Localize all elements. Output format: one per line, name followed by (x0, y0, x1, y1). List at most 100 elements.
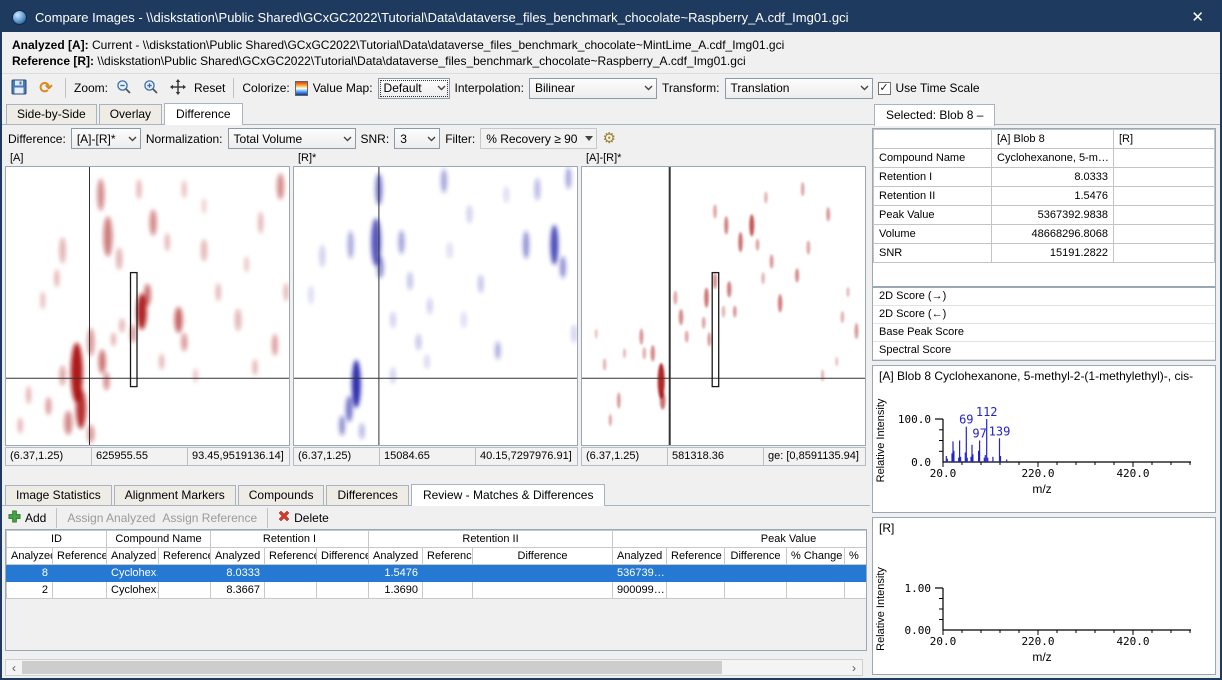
chromatogram-image-0[interactable] (5, 166, 290, 446)
main-content: Difference: [A]-[R]* Normalization: Tota… (2, 125, 1220, 680)
file-info-header: Analyzed [A]: Current - \\diskstation\Pu… (2, 32, 1220, 74)
difference-select[interactable]: [A]-[R]* (71, 128, 141, 149)
column-header[interactable]: Reference (265, 548, 317, 565)
spacer (2, 466, 870, 483)
bottom-tab-2[interactable]: Compounds (238, 485, 325, 505)
bottom-tab-0[interactable]: Image Statistics (5, 485, 112, 505)
title-bar: Compare Images - \\diskstation\Public Sh… (2, 2, 1220, 32)
status-segment: 15084.65 (380, 448, 476, 465)
image-panel-title: [R]* (293, 152, 578, 166)
blob-info-row[interactable]: SNR15191.2822 (874, 244, 1215, 263)
table-row[interactable]: 2Cyclohex…8.36671.3690900099… (7, 582, 868, 599)
chromatogram-image-2[interactable] (581, 166, 866, 446)
column-group-header[interactable]: Retention I (211, 531, 369, 548)
column-header[interactable]: Analyzed (613, 548, 667, 565)
zoom-label: Zoom: (74, 81, 108, 95)
column-group-header[interactable]: Compound Name (107, 531, 211, 548)
difference-controls: Difference: [A]-[R]* Normalization: Tota… (2, 125, 870, 152)
column-header[interactable]: Difference (317, 548, 369, 565)
value-map-select[interactable]: Default (378, 78, 450, 99)
table-row[interactable]: 8Cyclohex…8.03331.5476536739… (7, 565, 868, 582)
column-header[interactable]: % (845, 548, 867, 565)
reference-label: Reference [R]: (12, 54, 94, 68)
bottom-tab-4[interactable]: Review - Matches & Differences (411, 484, 606, 506)
column-group-header[interactable]: ID (7, 531, 107, 548)
column-header[interactable]: Analyzed (107, 548, 159, 565)
status-segment: 581318.36 (668, 448, 764, 465)
blob-col-a-header[interactable]: [A] Blob 8 (992, 130, 1114, 149)
delete-button[interactable]: Delete (278, 510, 329, 525)
filter-select[interactable]: % Recovery ≥ 90 (480, 128, 597, 149)
score-row: 2D Score (←) (873, 306, 1215, 324)
gear-icon[interactable]: ⚙ (602, 132, 615, 146)
view-tab-2[interactable]: Difference (164, 103, 242, 125)
svg-text:97: 97 (972, 427, 986, 441)
add-icon (8, 510, 21, 526)
blob-info-row[interactable]: Retention II1.5476 (874, 187, 1215, 206)
scroll-left-icon[interactable]: ‹ (6, 660, 22, 675)
review-table: IDCompound NameRetention IRetention IIPe… (5, 529, 867, 651)
compare-images-window: Compare Images - \\diskstation\Public Sh… (0, 0, 1222, 680)
svg-text:220.0: 220.0 (1021, 467, 1054, 480)
zoom-out-button[interactable] (113, 77, 135, 99)
view-tab-0[interactable]: Side-by-Side (6, 104, 97, 124)
assign-reference-button[interactable]: Assign Reference (162, 511, 257, 525)
blob-col-r-header[interactable]: [R] (1114, 130, 1215, 149)
pan-reset-button[interactable] (167, 77, 189, 99)
column-group-header[interactable]: Retention II (369, 531, 613, 548)
normalization-select[interactable]: Total Volume (228, 128, 356, 149)
filter-label: Filter: (445, 132, 475, 146)
close-icon[interactable]: ✕ (1185, 8, 1210, 26)
interpolation-label: Interpolation: (455, 81, 524, 95)
column-header[interactable]: Analyzed (7, 548, 53, 565)
refresh-button[interactable]: ⟳ (35, 77, 57, 99)
scroll-right-icon[interactable]: › (846, 660, 862, 675)
image-panel-2: [A]-[R]*(6.37,1.25)581318.36ge: [0,85911… (581, 152, 866, 466)
view-tab-1[interactable]: Overlay (99, 104, 162, 124)
column-header[interactable]: % Change (787, 548, 845, 565)
score-row: 2D Score (→) (873, 288, 1215, 306)
blob-info-row[interactable]: Volume48668296.8068 (874, 225, 1215, 244)
use-time-scale-checkbox[interactable]: ✓ (878, 82, 891, 95)
blob-info-row[interactable]: Compound NameCyclohexanone, 5-m… (874, 149, 1215, 168)
column-header[interactable]: Analyzed (211, 548, 265, 565)
score-row: Base Peak Score (873, 324, 1215, 342)
column-header[interactable]: Reference (423, 548, 473, 565)
chevron-down-icon (857, 79, 872, 98)
chevron-down-icon (434, 79, 449, 98)
horizontal-scrollbar[interactable]: ‹ › (5, 659, 863, 676)
zoom-in-button[interactable] (140, 77, 162, 99)
selected-blob-pane: [A] Blob 8[R]Compound NameCyclohexanone,… (870, 125, 1220, 680)
chevron-down-icon (641, 79, 656, 98)
scrollbar-thumb[interactable] (22, 661, 722, 674)
status-segment: (6.37,1.25) (582, 448, 668, 465)
interpolation-select[interactable]: Bilinear (529, 78, 657, 99)
blob-col-label (874, 130, 992, 149)
blob-info-row[interactable]: Retention I8.0333 (874, 168, 1215, 187)
bottom-tab-1[interactable]: Alignment Markers (114, 485, 236, 505)
snr-select[interactable]: 3 (394, 128, 440, 149)
transform-select[interactable]: Translation (725, 78, 873, 99)
zoom-out-icon (116, 79, 132, 98)
svg-text:112: 112 (976, 405, 998, 419)
reset-label[interactable]: Reset (194, 81, 225, 95)
colorize-colormap-icon[interactable] (295, 81, 308, 96)
save-button[interactable] (8, 77, 30, 99)
column-header[interactable]: Reference (53, 548, 107, 565)
blob-info-row[interactable]: Peak Value5367392.9838 (874, 206, 1215, 225)
chevron-down-icon (340, 129, 355, 148)
column-header[interactable]: Difference (725, 548, 787, 565)
selected-blob-tab[interactable]: Selected: Blob 8 – (874, 104, 995, 126)
column-header[interactable]: Reference (159, 548, 211, 565)
column-header[interactable]: Analyzed (369, 548, 423, 565)
svg-text:20.0: 20.0 (930, 467, 957, 480)
assign-analyzed-button[interactable]: Assign Analyzed (67, 511, 155, 525)
column-header[interactable]: Difference (473, 548, 613, 565)
bottom-tab-3[interactable]: Differences (326, 485, 408, 505)
chromatogram-image-1[interactable] (293, 166, 578, 446)
column-group-header[interactable]: Peak Value (613, 531, 867, 548)
status-segment: 625955.55 (92, 448, 188, 465)
add-button[interactable]: Add (8, 510, 46, 526)
image-panel-0: [A](6.37,1.25)625955.5593.45,9519136.14] (5, 152, 290, 466)
column-header[interactable]: Reference (667, 548, 725, 565)
